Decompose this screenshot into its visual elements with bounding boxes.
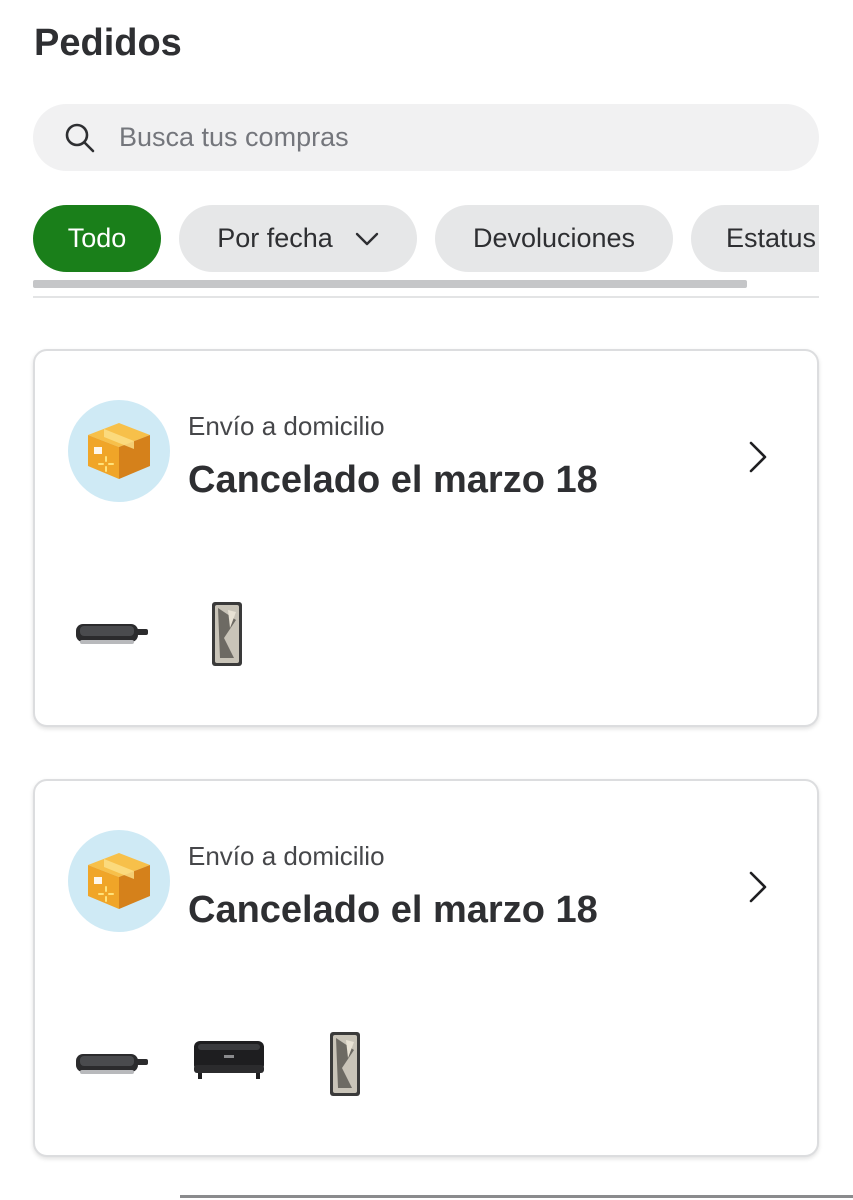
phone-product-image: [325, 1029, 365, 1099]
chevron-right-icon[interactable]: [745, 437, 771, 477]
filter-chip-todo[interactable]: Todo: [33, 205, 161, 272]
filter-chip-estatus[interactable]: Estatus: [691, 205, 819, 272]
search-bar[interactable]: [33, 104, 819, 171]
horizontal-scrollbar[interactable]: [33, 280, 747, 288]
chevron-right-icon[interactable]: [745, 867, 771, 907]
order-card[interactable]: Envío a domicilio Cancelado el marzo 18: [33, 349, 819, 727]
sandwich-maker-product-image: [189, 1033, 269, 1085]
phone-product-image: [207, 599, 247, 669]
search-icon[interactable]: [63, 121, 97, 155]
order-delivery-type: Envío a domicilio: [188, 411, 385, 441]
package-box-icon: [68, 830, 170, 932]
griddle-product-image: [73, 1043, 151, 1083]
filter-chip-devoluciones[interactable]: Devoluciones: [435, 205, 673, 272]
order-status: Cancelado el marzo 18: [188, 459, 598, 501]
bottom-edge-line: [180, 1195, 853, 1198]
filter-chips: Todo Por fecha Devoluciones Estatus: [33, 205, 819, 272]
griddle-product-image: [73, 613, 151, 653]
filter-chip-por-fecha[interactable]: Por fecha: [179, 205, 417, 272]
order-status: Cancelado el marzo 18: [188, 889, 598, 931]
orders-page: Pedidos Todo Por fecha De: [0, 0, 853, 1200]
order-card[interactable]: Envío a domicilio Cancelado el marzo 18: [33, 779, 819, 1157]
filter-chip-label: Todo: [67, 223, 127, 253]
order-delivery-type: Envío a domicilio: [188, 841, 385, 871]
filter-chip-label: Estatus: [725, 223, 817, 253]
filter-chip-label: Devoluciones: [472, 223, 636, 253]
search-input[interactable]: [117, 121, 721, 154]
divider: [33, 296, 819, 298]
page-title: Pedidos: [34, 22, 182, 64]
package-box-icon: [68, 400, 170, 502]
filter-chip-label: Por fecha: [217, 223, 333, 253]
chevron-down-icon: [355, 232, 379, 246]
